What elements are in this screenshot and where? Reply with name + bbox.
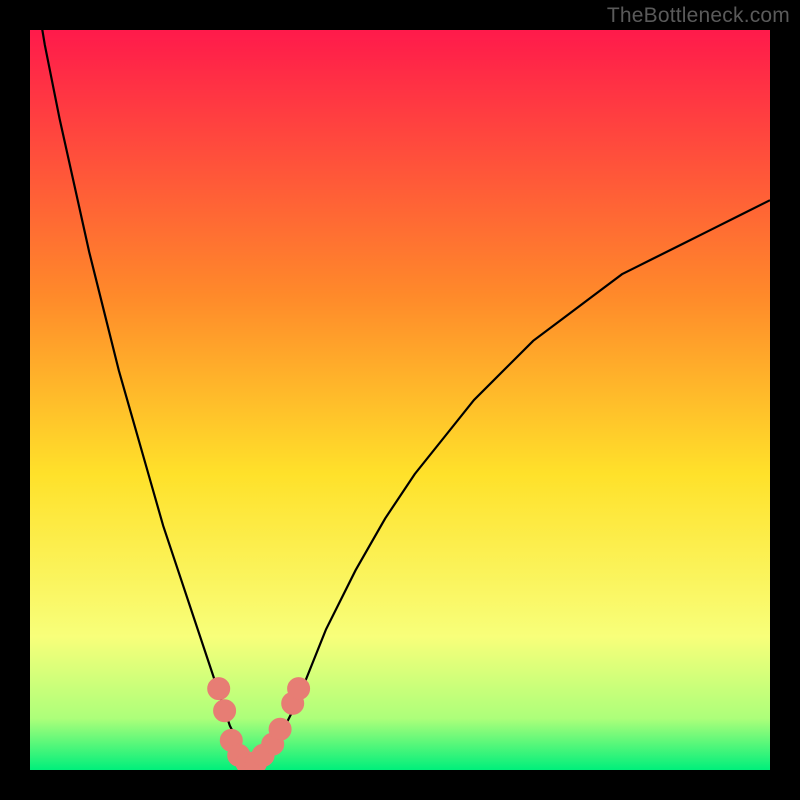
- data-marker: [214, 700, 236, 722]
- chart-svg: [30, 30, 770, 770]
- watermark-text: TheBottleneck.com: [607, 4, 790, 28]
- gradient-background: [30, 30, 770, 770]
- data-marker: [269, 718, 291, 740]
- data-marker: [208, 678, 230, 700]
- data-marker: [288, 678, 310, 700]
- outer-frame: TheBottleneck.com: [0, 0, 800, 800]
- plot-area: [30, 30, 770, 770]
